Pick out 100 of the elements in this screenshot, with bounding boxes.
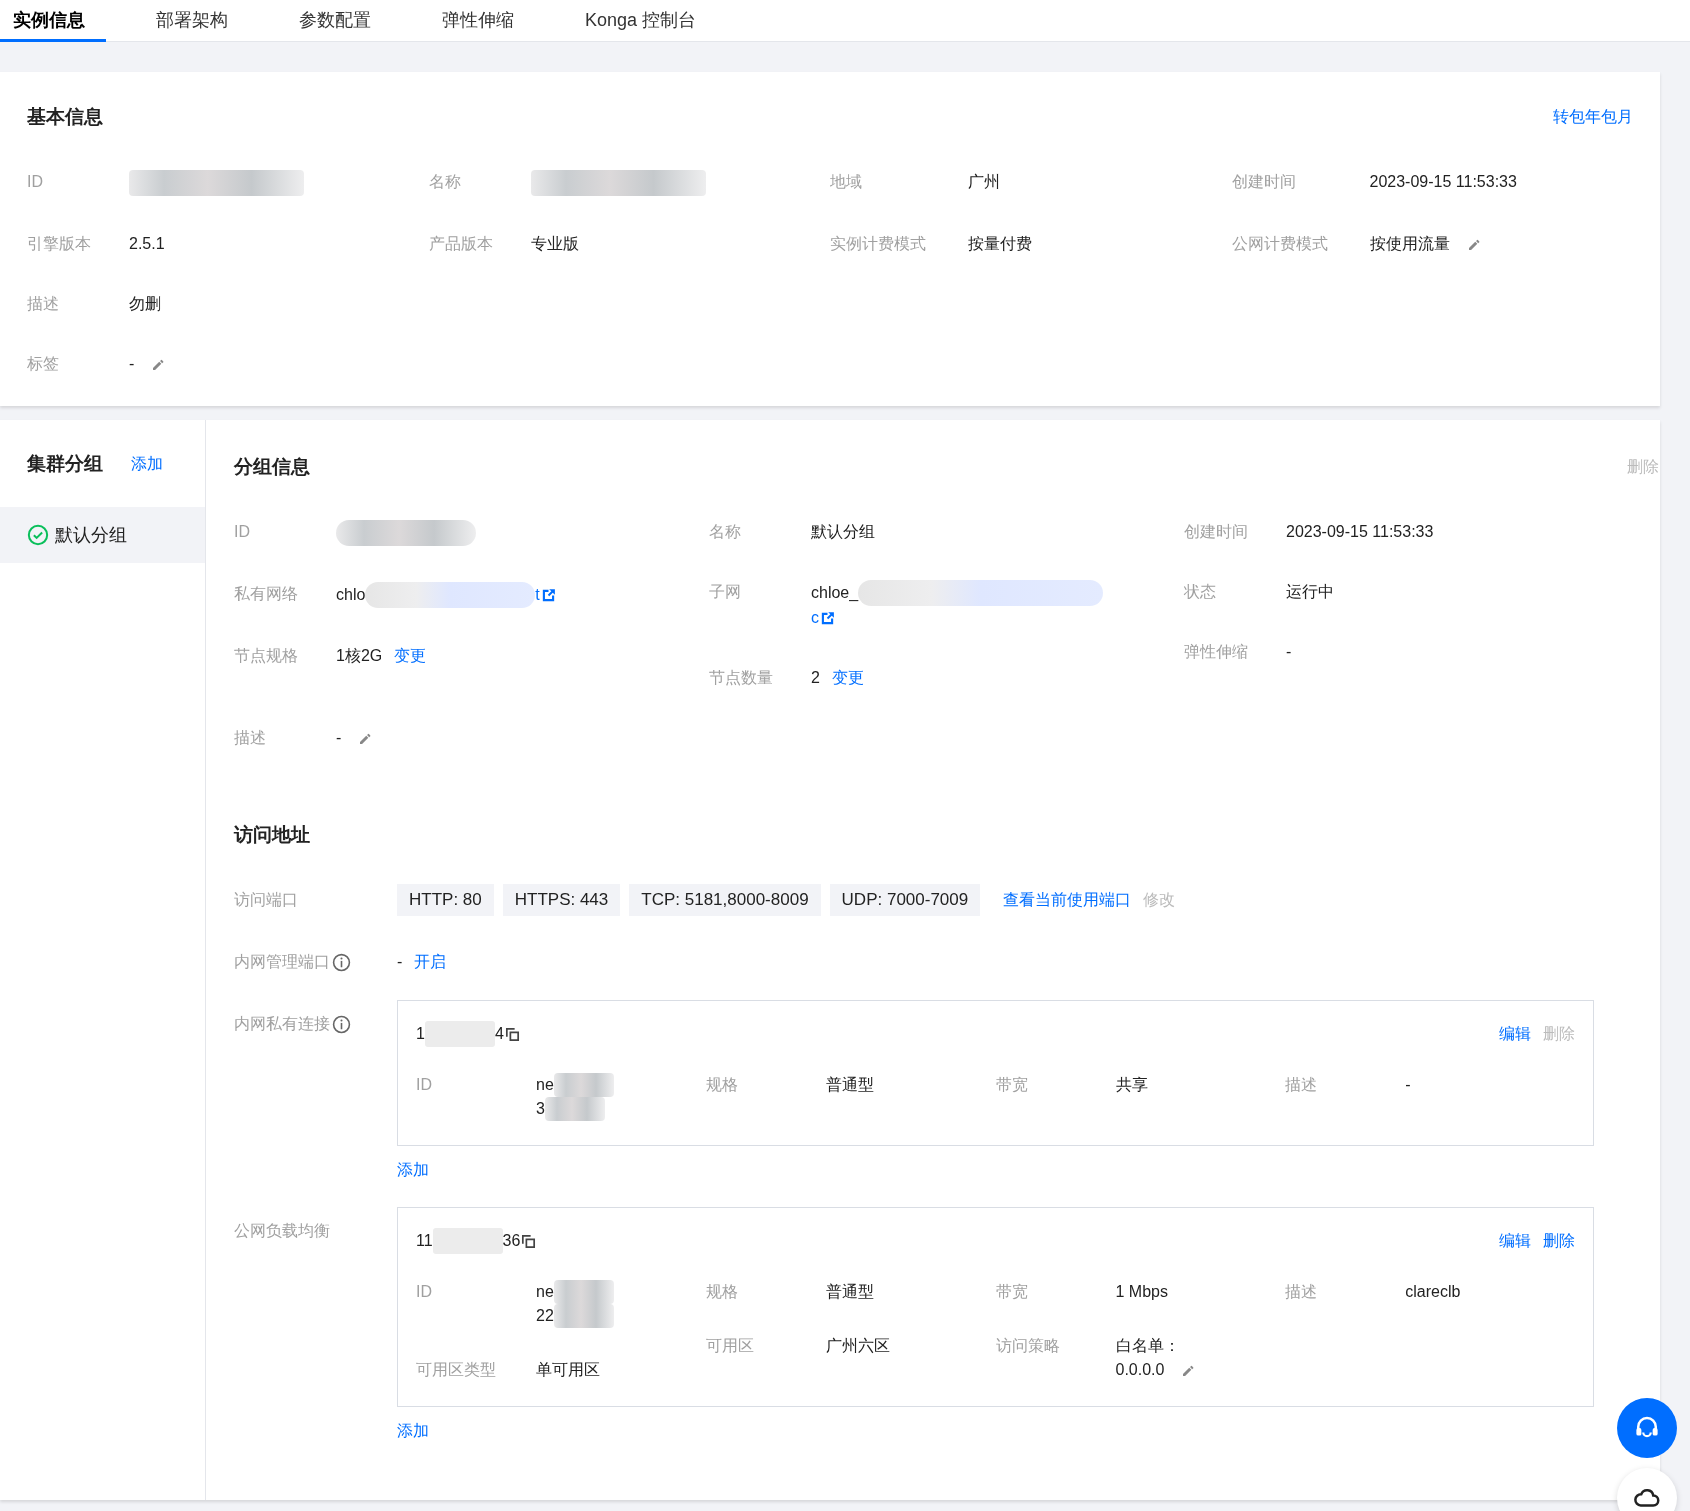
- field-label: 节点数量: [709, 668, 774, 688]
- external-link-icon[interactable]: [819, 609, 836, 627]
- field-value: 2.5.1: [129, 234, 165, 254]
- field-value: 运行中: [1286, 582, 1334, 602]
- check-circle-icon: [27, 524, 49, 546]
- tab[interactable]: 弹性伸缩: [429, 0, 535, 42]
- field-label: ID: [27, 172, 44, 192]
- field-label: 子网: [709, 582, 742, 602]
- port-tag: HTTP: 80: [397, 884, 494, 916]
- copy-icon[interactable]: [503, 1025, 521, 1043]
- redaction-mask: [553, 1073, 614, 1097]
- field-value: 36: [502, 1232, 521, 1250]
- field-value: -: [1405, 1075, 1411, 1095]
- field-value: clareclb: [1405, 1282, 1461, 1302]
- redaction-mask: [544, 1097, 605, 1121]
- copy-icon[interactable]: [520, 1232, 538, 1250]
- field-value: -: [129, 354, 135, 374]
- field-label: 名称: [428, 172, 462, 192]
- field-value: 勿删: [129, 294, 161, 314]
- field-value: 1核2G: [336, 646, 383, 666]
- field-value: 3: [536, 1099, 545, 1119]
- field-value: 按使用流量: [1369, 234, 1450, 254]
- tab[interactable]: 实例信息: [0, 0, 106, 42]
- field-label: ID: [234, 522, 251, 542]
- field-value: ne: [536, 1282, 554, 1302]
- field-value: 4: [494, 1025, 504, 1043]
- field-value: 普通型: [825, 1075, 874, 1095]
- field-label: 引擎版本: [27, 234, 92, 254]
- field-value: chloe_: [811, 583, 859, 603]
- cloud-button[interactable]: [1617, 1468, 1677, 1511]
- renew-link[interactable]: 转包年包月: [1553, 106, 1633, 128]
- enable-link[interactable]: 开启: [414, 951, 447, 973]
- field-value: 普通型: [825, 1282, 874, 1302]
- field-value: ne: [536, 1075, 554, 1095]
- field-value: 广州: [968, 172, 1000, 192]
- field-label: 访问端口: [234, 889, 298, 910]
- edit-link[interactable]: 编辑: [1499, 1023, 1531, 1045]
- field-label: 可用区类型: [416, 1360, 497, 1380]
- port-tag: UDP: 7000-7009: [829, 884, 981, 916]
- field-label: 名称: [709, 522, 742, 542]
- delete-link[interactable]: 删除: [1543, 1230, 1575, 1252]
- section-title: 访问地址: [234, 823, 311, 847]
- link[interactable]: t: [535, 583, 540, 607]
- field-label: 描述: [234, 728, 267, 748]
- section-title: 基本信息: [27, 105, 103, 129]
- field-value: 1 Mbps: [1115, 1282, 1168, 1302]
- field-label: 弹性伸缩: [1184, 642, 1249, 662]
- tab[interactable]: 部署架构: [143, 0, 249, 42]
- field-value: 单可用区: [536, 1360, 600, 1380]
- field-label: 描述: [1285, 1075, 1319, 1095]
- port-tag: TCP: 5181,8000-8009: [629, 884, 821, 916]
- field-label: 节点规格: [234, 646, 299, 666]
- field-label: ID: [416, 1075, 433, 1095]
- edit-link[interactable]: 编辑: [1499, 1230, 1531, 1252]
- field-value: 0.0.0.0: [1115, 1360, 1165, 1380]
- change-link[interactable]: 变更: [831, 666, 864, 690]
- field-value: 白名单：: [1115, 1336, 1180, 1356]
- field-label: 内网私有连接: [234, 1013, 330, 1034]
- redaction-mask: [553, 1304, 614, 1328]
- field-label: 描述: [27, 294, 60, 314]
- field-value: 按量付费: [968, 234, 1032, 254]
- change-link[interactable]: 变更: [394, 644, 427, 668]
- field-value: 2023-09-15 11:53:33: [1286, 522, 1434, 542]
- group-item[interactable]: 默认分组: [0, 507, 205, 563]
- field-value: -: [1286, 642, 1292, 662]
- sidebar-title: 集群分组: [27, 452, 103, 476]
- field-label: 访问策略: [995, 1336, 1061, 1356]
- field-value: 2023-09-15 11:53:33: [1369, 172, 1517, 192]
- add-link[interactable]: 添加: [131, 453, 163, 475]
- field-label: 创建时间: [1231, 172, 1297, 192]
- field-label: 公网计费模式: [1231, 234, 1329, 254]
- field-label: 规格: [705, 1282, 739, 1302]
- field-label: 带宽: [995, 1075, 1029, 1095]
- field-label: 状态: [1184, 582, 1217, 602]
- tab[interactable]: 参数配置: [286, 0, 392, 42]
- view-ports-link[interactable]: 查看当前使用端口: [1003, 889, 1132, 911]
- add-link[interactable]: 添加: [397, 1160, 429, 1181]
- field-value: 默认分组: [811, 522, 875, 542]
- field-label: 规格: [705, 1075, 739, 1095]
- field-value: 广州六区: [825, 1336, 890, 1356]
- field-label: 标签: [27, 354, 60, 374]
- section-title: 分组信息: [234, 455, 310, 479]
- field-label: 描述: [1285, 1282, 1319, 1302]
- tab[interactable]: Konga 控制台: [572, 0, 718, 42]
- field-value: 22: [536, 1306, 554, 1326]
- port-tag: HTTPS: 443: [502, 884, 621, 916]
- redaction-mask: [553, 1280, 614, 1304]
- field-label: 产品版本: [428, 234, 494, 254]
- link[interactable]: c: [811, 606, 819, 630]
- field-label: 地域: [830, 172, 863, 192]
- field-value: chlo: [336, 585, 366, 605]
- field-value: 2: [811, 668, 820, 688]
- field-value: 共享: [1115, 1075, 1148, 1095]
- field-label: ID: [416, 1282, 433, 1302]
- field-label: 创建时间: [1184, 522, 1249, 542]
- field-value: 1: [416, 1025, 425, 1043]
- field-label: 可用区: [705, 1336, 755, 1356]
- field-label: 内网管理端口: [234, 951, 330, 972]
- add-link[interactable]: 添加: [397, 1421, 429, 1442]
- field-value: 专业版: [530, 234, 579, 254]
